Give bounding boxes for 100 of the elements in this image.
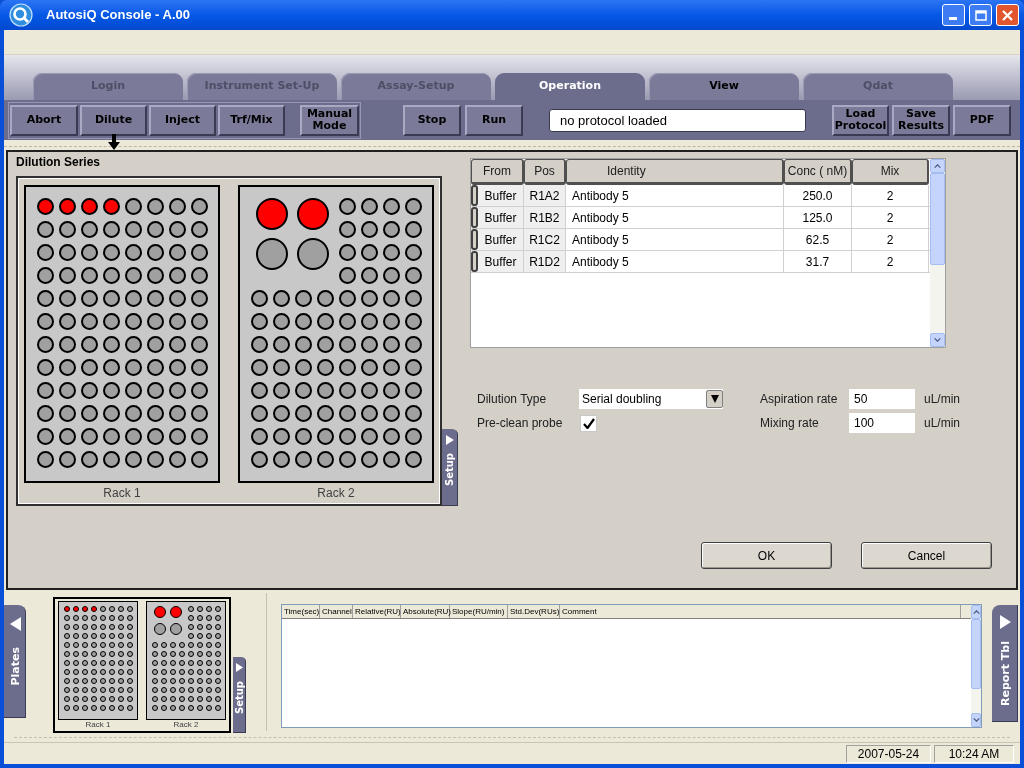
well-icon[interactable] bbox=[316, 382, 334, 399]
well-icon[interactable] bbox=[404, 221, 422, 238]
well-icon[interactable] bbox=[338, 198, 356, 215]
well-icon[interactable] bbox=[58, 313, 76, 330]
dialog-button[interactable]: Cancel bbox=[861, 542, 992, 569]
well-icon[interactable] bbox=[58, 221, 76, 238]
scrollbar-thumb[interactable] bbox=[971, 619, 981, 689]
well-icon[interactable] bbox=[360, 244, 378, 261]
well-icon[interactable] bbox=[404, 405, 422, 422]
well-icon[interactable] bbox=[58, 198, 76, 215]
well-icon[interactable] bbox=[404, 267, 422, 284]
well-icon[interactable] bbox=[382, 198, 400, 215]
well-icon[interactable] bbox=[80, 313, 98, 330]
tab[interactable]: Operation bbox=[495, 73, 645, 100]
well-icon[interactable] bbox=[124, 451, 142, 468]
column-header[interactable]: Slope(RU/min) bbox=[450, 605, 508, 618]
well-icon[interactable] bbox=[80, 359, 98, 376]
well-icon[interactable] bbox=[146, 313, 164, 330]
well-icon[interactable] bbox=[255, 198, 288, 230]
well-icon[interactable] bbox=[294, 382, 312, 399]
well-icon[interactable] bbox=[382, 382, 400, 399]
well-icon[interactable] bbox=[360, 359, 378, 376]
well-icon[interactable] bbox=[190, 359, 208, 376]
well-icon[interactable] bbox=[146, 290, 164, 307]
well-icon[interactable] bbox=[124, 198, 142, 215]
well-icon[interactable] bbox=[404, 290, 422, 307]
column-header[interactable]: Pos bbox=[524, 159, 566, 185]
well-icon[interactable] bbox=[80, 382, 98, 399]
well-icon[interactable] bbox=[338, 336, 356, 353]
well-icon[interactable] bbox=[382, 451, 400, 468]
well-icon[interactable] bbox=[146, 359, 164, 376]
well-icon[interactable] bbox=[272, 405, 290, 422]
well-icon[interactable] bbox=[255, 238, 288, 270]
status-field[interactable]: no protocol loaded bbox=[549, 108, 806, 132]
well-icon[interactable] bbox=[80, 221, 98, 238]
maximize-button[interactable] bbox=[969, 4, 992, 26]
well-icon[interactable] bbox=[80, 198, 98, 215]
column-header[interactable]: Time(sec) bbox=[282, 605, 320, 618]
well-icon[interactable] bbox=[316, 359, 334, 376]
setup-tab[interactable]: Setup bbox=[442, 429, 458, 506]
well-icon[interactable] bbox=[168, 244, 186, 261]
setup-tab[interactable]: Setup bbox=[233, 657, 246, 733]
well-icon[interactable] bbox=[382, 221, 400, 238]
well-icon[interactable] bbox=[272, 382, 290, 399]
column-header[interactable]: Conc ( nM) bbox=[784, 159, 852, 185]
well-icon[interactable] bbox=[272, 428, 290, 445]
well-icon[interactable] bbox=[294, 428, 312, 445]
well-icon[interactable] bbox=[58, 382, 76, 399]
well-icon[interactable] bbox=[102, 290, 120, 307]
well-icon[interactable] bbox=[102, 451, 120, 468]
well-icon[interactable] bbox=[168, 221, 186, 238]
well-icon[interactable] bbox=[338, 290, 356, 307]
well-icon[interactable] bbox=[316, 336, 334, 353]
well-icon[interactable] bbox=[190, 290, 208, 307]
tab[interactable]: View bbox=[649, 73, 799, 100]
well-icon[interactable] bbox=[338, 267, 356, 284]
well-icon[interactable] bbox=[382, 405, 400, 422]
well-icon[interactable] bbox=[404, 428, 422, 445]
well-icon[interactable] bbox=[124, 428, 142, 445]
well-icon[interactable] bbox=[102, 198, 120, 215]
column-header[interactable]: Channel bbox=[320, 605, 353, 618]
well-icon[interactable] bbox=[360, 198, 378, 215]
report-table-tab[interactable]: Report Tbl bbox=[992, 605, 1018, 722]
minimize-button[interactable] bbox=[942, 4, 965, 26]
well-icon[interactable] bbox=[146, 382, 164, 399]
well-icon[interactable] bbox=[360, 290, 378, 307]
well-icon[interactable] bbox=[124, 313, 142, 330]
mode-button[interactable]: Trf/Mix bbox=[218, 104, 285, 136]
well-icon[interactable] bbox=[190, 428, 208, 445]
column-header[interactable]: Absolute(RU) bbox=[401, 605, 450, 618]
well-icon[interactable] bbox=[338, 405, 356, 422]
well-icon[interactable] bbox=[294, 405, 312, 422]
well-icon[interactable] bbox=[272, 336, 290, 353]
well-icon[interactable] bbox=[190, 313, 208, 330]
well-icon[interactable] bbox=[382, 244, 400, 261]
well-icon[interactable] bbox=[404, 382, 422, 399]
well-icon[interactable] bbox=[294, 290, 312, 307]
well-icon[interactable] bbox=[58, 290, 76, 307]
well-icon[interactable] bbox=[338, 428, 356, 445]
well-icon[interactable] bbox=[36, 313, 54, 330]
well-icon[interactable] bbox=[102, 336, 120, 353]
well-icon[interactable] bbox=[316, 405, 334, 422]
well-icon[interactable] bbox=[294, 451, 312, 468]
checkbox[interactable] bbox=[580, 414, 597, 432]
well-icon[interactable] bbox=[146, 451, 164, 468]
well-icon[interactable] bbox=[296, 238, 329, 270]
well-icon[interactable] bbox=[296, 198, 329, 230]
well-icon[interactable] bbox=[146, 267, 164, 284]
well-icon[interactable] bbox=[316, 451, 334, 468]
well-icon[interactable] bbox=[294, 359, 312, 376]
well-icon[interactable] bbox=[316, 313, 334, 330]
well-icon[interactable] bbox=[360, 382, 378, 399]
plates-tab[interactable]: Plates bbox=[4, 605, 26, 718]
well-icon[interactable] bbox=[404, 313, 422, 330]
well-icon[interactable] bbox=[168, 405, 186, 422]
well-icon[interactable] bbox=[168, 451, 186, 468]
well-icon[interactable] bbox=[338, 382, 356, 399]
well-icon[interactable] bbox=[382, 313, 400, 330]
close-button[interactable] bbox=[996, 4, 1019, 26]
well-icon[interactable] bbox=[404, 359, 422, 376]
